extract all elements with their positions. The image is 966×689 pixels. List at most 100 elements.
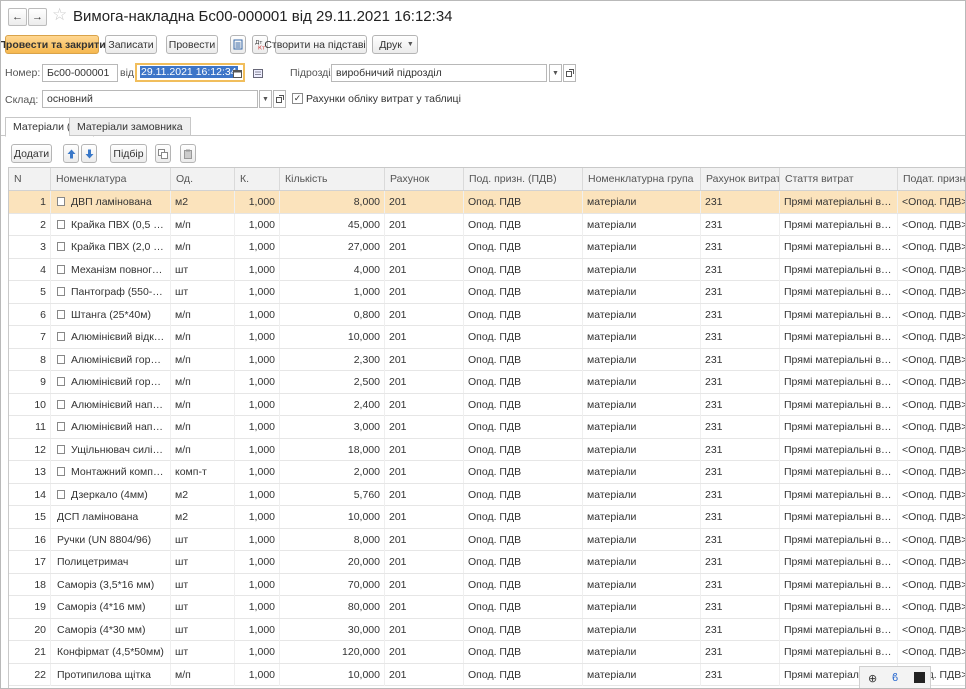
header-col-qty[interactable]: Кількість [280, 168, 385, 190]
cell-group[interactable]: матеріали [583, 641, 701, 663]
cell-name[interactable]: Ручки (UN 8804/96) [51, 528, 171, 551]
warehouse-open-button[interactable] [273, 90, 286, 108]
save-button[interactable]: Записати [105, 35, 157, 54]
cell-k[interactable]: 1,000 [235, 348, 280, 371]
cell-unit[interactable]: шт [171, 258, 235, 281]
cell-unit[interactable]: м/п [171, 393, 235, 416]
cell-exp-item[interactable]: Прямі матеріальні виробничі... [780, 191, 898, 213]
cell-exp-account[interactable]: 231 [701, 213, 780, 236]
cell-unit[interactable]: шт [171, 281, 235, 303]
cell-unit[interactable]: м/п [171, 438, 235, 461]
cell-exp-account[interactable]: 231 [701, 663, 780, 686]
cell-tax2[interactable]: <Опод. ПДВ> [898, 506, 965, 528]
cell-k[interactable]: 1,000 [235, 618, 280, 641]
cell-name[interactable]: Протипилова щітка [51, 663, 171, 686]
cell-tax2[interactable]: <Опод. ПДВ> [898, 461, 965, 483]
cell-group[interactable]: матеріали [583, 438, 701, 461]
cell-exp-account[interactable]: 231 [701, 348, 780, 371]
move-up-button[interactable] [63, 144, 79, 163]
cell-name[interactable]: Дзеркало (4мм) [51, 483, 171, 506]
header-col-name[interactable]: Номенклатура [51, 168, 171, 190]
cell-group[interactable]: матеріали [583, 191, 701, 213]
cell-exp-account[interactable]: 231 [701, 641, 780, 663]
cell-exp-account[interactable]: 231 [701, 326, 780, 348]
cell-exp-item[interactable]: Прямі матеріальні виробничі... [780, 348, 898, 371]
cell-tax[interactable]: Опод. ПДВ [464, 393, 583, 416]
post-and-close-button[interactable]: Провести та закрити [1, 35, 106, 54]
cell-n[interactable]: 18 [9, 573, 51, 596]
department-open-button[interactable] [563, 64, 576, 82]
table-row[interactable]: 13 Монтажний комплект комп-т 1,000 2,000 201 О… [9, 461, 965, 484]
cell-account[interactable]: 201 [385, 528, 464, 551]
cell-unit[interactable]: шт [171, 528, 235, 551]
cell-group[interactable]: матеріали [583, 303, 701, 326]
cell-group[interactable]: матеріали [583, 213, 701, 236]
cell-n[interactable]: 21 [9, 641, 51, 663]
cell-n[interactable]: 22 [9, 663, 51, 686]
cell-k[interactable]: 1,000 [235, 303, 280, 326]
calendar-picker-button[interactable] [231, 64, 244, 82]
cell-k[interactable]: 1,000 [235, 573, 280, 596]
cell-k[interactable]: 1,000 [235, 596, 280, 618]
cell-tax[interactable]: Опод. ПДВ [464, 528, 583, 551]
cell-name[interactable]: Крайка ПВХ (2,0 х 22) [51, 236, 171, 258]
cell-name[interactable]: Саморіз (4*30 мм) [51, 618, 171, 641]
table-row[interactable]: 18 Саморіз (3,5*16 мм) шт 1,000 70,000 201 Опо… [9, 573, 965, 596]
cell-exp-account[interactable]: 231 [701, 303, 780, 326]
cell-exp-item[interactable]: Прямі матеріальні виробничі... [780, 438, 898, 461]
table-row[interactable]: 2 Крайка ПВХ (0,5 х 22) м/п 1,000 45,000 201 О… [9, 213, 965, 236]
cell-name[interactable]: Саморіз (4*16 мм) [51, 596, 171, 618]
cell-exp-item[interactable]: Прямі матеріальні виробничі... [780, 281, 898, 303]
header-col-tax[interactable]: Под. призн. (ПДВ) [464, 168, 583, 190]
cell-exp-account[interactable]: 231 [701, 281, 780, 303]
cell-account[interactable]: 201 [385, 416, 464, 438]
cell-exp-account[interactable]: 231 [701, 551, 780, 573]
cell-qty[interactable]: 8,000 [280, 191, 385, 213]
cell-account[interactable]: 201 [385, 281, 464, 303]
cell-n[interactable]: 19 [9, 596, 51, 618]
cell-n[interactable]: 9 [9, 371, 51, 393]
cell-tax[interactable]: Опод. ПДВ [464, 303, 583, 326]
cell-name[interactable]: Алюмінієвий горизонтал... [51, 348, 171, 371]
cell-account[interactable]: 201 [385, 438, 464, 461]
cell-tax[interactable]: Опод. ПДВ [464, 551, 583, 573]
cell-name[interactable]: ДСП ламінована [51, 506, 171, 528]
cell-group[interactable]: матеріали [583, 506, 701, 528]
cell-tax[interactable]: Опод. ПДВ [464, 416, 583, 438]
cell-qty[interactable]: 4,000 [280, 258, 385, 281]
structure-button[interactable] [230, 35, 246, 54]
cell-qty[interactable]: 20,000 [280, 551, 385, 573]
table-row[interactable]: 1 ДВП ламінована м2 1,000 8,000 201 Опод. ПДВ м… [9, 191, 965, 214]
cell-n[interactable]: 10 [9, 393, 51, 416]
cell-unit[interactable]: шт [171, 618, 235, 641]
table-row[interactable]: 22 Протипилова щітка м/п 1,000 10,000 201 Опод… [9, 663, 965, 686]
post-button[interactable]: Провести [166, 35, 218, 54]
cell-group[interactable]: матеріали [583, 551, 701, 573]
cell-name[interactable]: Крайка ПВХ (0,5 х 22) [51, 213, 171, 236]
paste-row-button[interactable] [180, 144, 196, 163]
table-row[interactable]: 17 Полицетримач шт 1,000 20,000 201 Опод. ПДВ м… [9, 551, 965, 574]
accounts-in-table-checkbox[interactable]: ✓ [292, 93, 303, 104]
cell-tax2[interactable]: <Опод. ПДВ> [898, 214, 965, 236]
star-icon[interactable]: ☆ [52, 6, 67, 24]
cell-tax[interactable]: Опод. ПДВ [464, 483, 583, 506]
cell-exp-item[interactable]: Прямі матеріальні виробничі... [780, 326, 898, 348]
cell-tax2[interactable]: <Опод. ПДВ> [898, 259, 965, 281]
cell-exp-account[interactable]: 231 [701, 483, 780, 506]
cell-unit[interactable]: м2 [171, 191, 235, 213]
cell-account[interactable]: 201 [385, 663, 464, 686]
cell-account[interactable]: 201 [385, 573, 464, 596]
cell-tax[interactable]: Опод. ПДВ [464, 236, 583, 258]
warehouse-dropdown-button[interactable]: ▼ [259, 90, 272, 108]
cell-tax2[interactable]: <Опод. ПДВ> [898, 394, 965, 416]
cell-unit[interactable]: шт [171, 573, 235, 596]
cell-tax[interactable]: Опод. ПДВ [464, 326, 583, 348]
cell-n[interactable]: 12 [9, 438, 51, 461]
cell-n[interactable]: 8 [9, 348, 51, 371]
cell-name[interactable]: Полицетримач [51, 551, 171, 573]
cell-n[interactable]: 17 [9, 551, 51, 573]
cell-n[interactable]: 4 [9, 258, 51, 281]
cell-qty[interactable]: 80,000 [280, 596, 385, 618]
cell-n[interactable]: 11 [9, 416, 51, 438]
cell-group[interactable]: матеріали [583, 573, 701, 596]
